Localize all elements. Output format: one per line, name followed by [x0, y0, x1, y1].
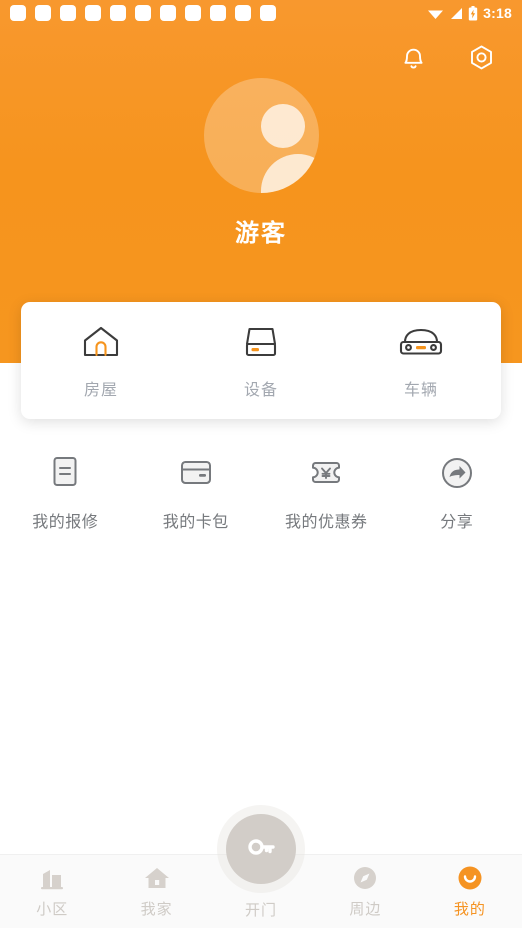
car-icon: [399, 322, 443, 362]
repair-document-icon: [48, 452, 82, 494]
avatar[interactable]: [203, 78, 319, 193]
house-icon: [81, 322, 121, 362]
notification-dot-icon: [60, 5, 76, 21]
notification-dot-icon: [10, 5, 26, 21]
smiley-face-icon: [456, 863, 484, 893]
bell-icon: [399, 44, 428, 78]
asset-label-device: 设备: [243, 381, 278, 399]
nav-item-mine[interactable]: 我的: [418, 863, 522, 919]
wifi-icon: [427, 7, 444, 20]
asset-item-house[interactable]: 房屋: [21, 322, 181, 400]
quick-action-repairs[interactable]: 我的报修: [0, 452, 131, 532]
nav-item-myhome[interactable]: 我家: [104, 863, 208, 919]
asset-item-car[interactable]: 车辆: [341, 322, 501, 400]
quick-action-share[interactable]: 分享: [392, 452, 522, 532]
buildings-icon: [38, 863, 66, 893]
key-icon: [244, 830, 278, 869]
notification-dot-icon: [210, 5, 226, 21]
notification-dot-icon: [260, 5, 276, 21]
nav-item-community[interactable]: 小区: [0, 863, 104, 919]
status-bar-right: 3:18: [427, 5, 512, 21]
quick-label-coupons: 我的优惠券: [284, 514, 368, 531]
header-action-buttons: [394, 42, 500, 80]
notification-dot-icon: [185, 5, 201, 21]
open-door-fab[interactable]: [226, 814, 296, 884]
status-bar-time: 3:18: [483, 5, 512, 21]
device-icon: [241, 322, 281, 362]
status-notification-icons: [10, 5, 276, 21]
nav-label-nearby: 周边: [349, 901, 382, 918]
notification-dot-icon: [110, 5, 126, 21]
battery-charging-icon: [468, 5, 478, 21]
quick-label-cards: 我的卡包: [162, 514, 229, 531]
notification-dot-icon: [85, 5, 101, 21]
compass-icon: [351, 863, 379, 893]
status-bar: 3:18: [0, 0, 522, 26]
nav-item-nearby[interactable]: 周边: [313, 863, 417, 919]
quick-label-repairs: 我的报修: [32, 514, 99, 531]
profile-identity: 游客: [0, 78, 522, 248]
notification-dot-icon: [135, 5, 151, 21]
notification-dot-icon: [235, 5, 251, 21]
signal-icon: [449, 7, 463, 20]
notification-dot-icon: [160, 5, 176, 21]
hexagon-gear-icon: [466, 43, 497, 79]
quick-label-share: 分享: [440, 514, 474, 531]
nav-label-myhome: 我家: [140, 901, 173, 918]
quick-actions-grid: 我的报修 我的卡包 我的优惠券 分享: [0, 452, 522, 532]
asset-label-car: 车辆: [403, 381, 438, 399]
asset-item-device[interactable]: 设备: [181, 322, 341, 400]
username-label: 游客: [235, 220, 287, 247]
home-icon: [143, 863, 171, 893]
asset-label-house: 房屋: [83, 381, 118, 399]
coupon-yuan-icon: [306, 452, 346, 494]
quick-action-cards[interactable]: 我的卡包: [131, 452, 262, 532]
notification-dot-icon: [35, 5, 51, 21]
nav-label-mine: 我的: [453, 901, 486, 918]
nav-label-community: 小区: [36, 901, 69, 918]
quick-action-coupons[interactable]: 我的优惠券: [261, 452, 392, 532]
card-wallet-icon: [177, 452, 215, 494]
share-arrow-icon: [438, 452, 476, 494]
settings-button[interactable]: [462, 42, 500, 80]
notification-bell-button[interactable]: [394, 42, 432, 80]
asset-summary-card: 房屋 设备 车辆: [21, 302, 501, 419]
